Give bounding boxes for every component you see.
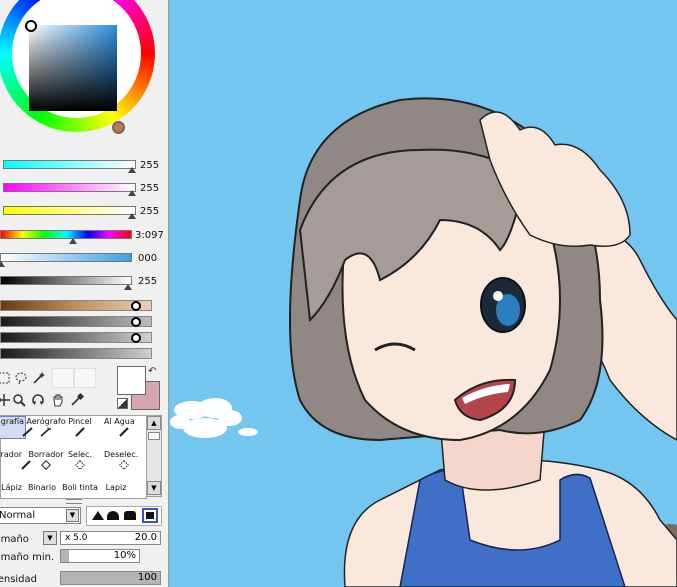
mix-bar-1-knob[interactable] — [131, 301, 141, 311]
airbrush-icon — [40, 427, 51, 437]
min-size-value: 10% — [113, 550, 136, 561]
hue-value: 3:097 — [135, 230, 164, 241]
tool-deselect[interactable]: Deselec. — [104, 450, 144, 470]
reset-colors-icon[interactable] — [117, 398, 128, 409]
green-slider-thumb[interactable] — [128, 190, 136, 196]
eraser-icon — [41, 460, 51, 470]
saturation-slider[interactable] — [0, 253, 132, 262]
panel-splitter[interactable] — [66, 499, 82, 504]
hue-slider[interactable] — [0, 230, 132, 239]
eyedropper-icon[interactable] — [69, 392, 85, 408]
color-mix-bar-2[interactable] — [0, 316, 152, 327]
scroll-down-button[interactable]: ▼ — [147, 481, 161, 495]
green-slider[interactable] — [3, 183, 136, 192]
deselect-icon — [119, 460, 129, 470]
blend-mode-value: Normal — [0, 510, 36, 521]
tool-panel: 255 255 255 3:097 000 255 ↶ Caligrafía A… — [0, 0, 169, 587]
swap-colors-icon[interactable]: ↶ — [148, 366, 156, 377]
brush-size-label: Tamaño — [0, 534, 29, 545]
pen-icon — [75, 427, 85, 437]
density-value: 100 — [137, 572, 157, 583]
min-size-slider[interactable]: 10% — [60, 549, 140, 563]
size-multiplier-dropdown[interactable]: ▼ — [43, 531, 57, 545]
color-mix-bar-3[interactable] — [0, 332, 152, 343]
mix-bar-3-knob[interactable] — [131, 333, 141, 343]
tool-eraser[interactable]: Borrador — [0, 450, 31, 470]
density-label: Densidad — [0, 574, 38, 585]
empty-tool-slot-2 — [74, 368, 96, 388]
main-color-swatch[interactable] — [117, 366, 146, 395]
rotate-icon[interactable] — [30, 392, 46, 408]
mix-bar-2-knob[interactable] — [131, 317, 141, 327]
red-slider-thumb[interactable] — [128, 167, 136, 173]
min-size-fill — [61, 550, 69, 562]
magic-wand-icon[interactable] — [31, 370, 47, 386]
brightness-slider[interactable] — [0, 276, 132, 285]
lasso-select-icon[interactable] — [13, 370, 29, 386]
empty-tool-slot-1 — [52, 368, 74, 388]
hand-icon[interactable] — [50, 392, 66, 408]
hue-picker-cursor[interactable] — [112, 121, 125, 134]
watercolor-brush-icon — [119, 427, 129, 437]
green-value: 255 — [140, 183, 160, 194]
red-value: 255 — [140, 160, 160, 171]
brush-shape-square-icon[interactable] — [142, 508, 158, 523]
brush-size-field[interactable]: x 5.0 20.0 — [60, 531, 161, 545]
min-size-label: Tamaño min. — [0, 552, 55, 563]
zoom-icon[interactable] — [11, 392, 27, 408]
density-slider[interactable]: 100 — [60, 571, 161, 585]
saturation-slider-thumb[interactable] — [0, 261, 5, 267]
brightness-slider-thumb[interactable] — [124, 284, 132, 290]
cloud-shape — [170, 398, 258, 438]
blue-slider-thumb[interactable] — [128, 213, 136, 219]
blend-mode-select[interactable]: Normal ▼ — [0, 507, 81, 524]
lasso-icon[interactable] — [0, 370, 12, 386]
saturation-value: 000 — [138, 253, 158, 264]
tool-select[interactable]: Selec. — [60, 450, 100, 470]
color-mix-bar-4[interactable] — [0, 348, 152, 359]
tool-watercolor[interactable]: Al Agua — [104, 417, 144, 437]
blue-value: 255 — [140, 206, 160, 217]
scroll-up-button[interactable]: ▲ — [147, 416, 161, 430]
chevron-down-icon: ▼ — [66, 509, 79, 522]
canvas-artwork — [170, 97, 677, 587]
red-slider[interactable] — [3, 160, 136, 169]
tool-binary[interactable]: Binario — [22, 483, 62, 503]
size-multiplier: x 5.0 — [65, 533, 88, 543]
tool-pen[interactable]: Pincel — [60, 417, 100, 437]
select-pen-icon — [75, 460, 85, 470]
hue-slider-thumb[interactable] — [69, 238, 77, 244]
brush-size-value: 20.0 — [134, 532, 157, 543]
drawing-canvas[interactable] — [169, 0, 677, 587]
brush-shape-flat-icon[interactable] — [124, 511, 136, 520]
brush-shape-soft-icon[interactable] — [107, 511, 119, 520]
scroll-thumb[interactable] — [148, 432, 160, 440]
color-picker-cursor[interactable] — [25, 20, 37, 32]
brightness-value: 255 — [138, 276, 158, 287]
saturation-value-square[interactable] — [29, 25, 117, 111]
tool-pencil[interactable]: Lapiz — [96, 483, 136, 503]
blue-slider[interactable] — [3, 206, 136, 215]
brush-shape-sharp-icon[interactable] — [92, 511, 104, 520]
color-mix-bar-1[interactable] — [0, 300, 152, 311]
